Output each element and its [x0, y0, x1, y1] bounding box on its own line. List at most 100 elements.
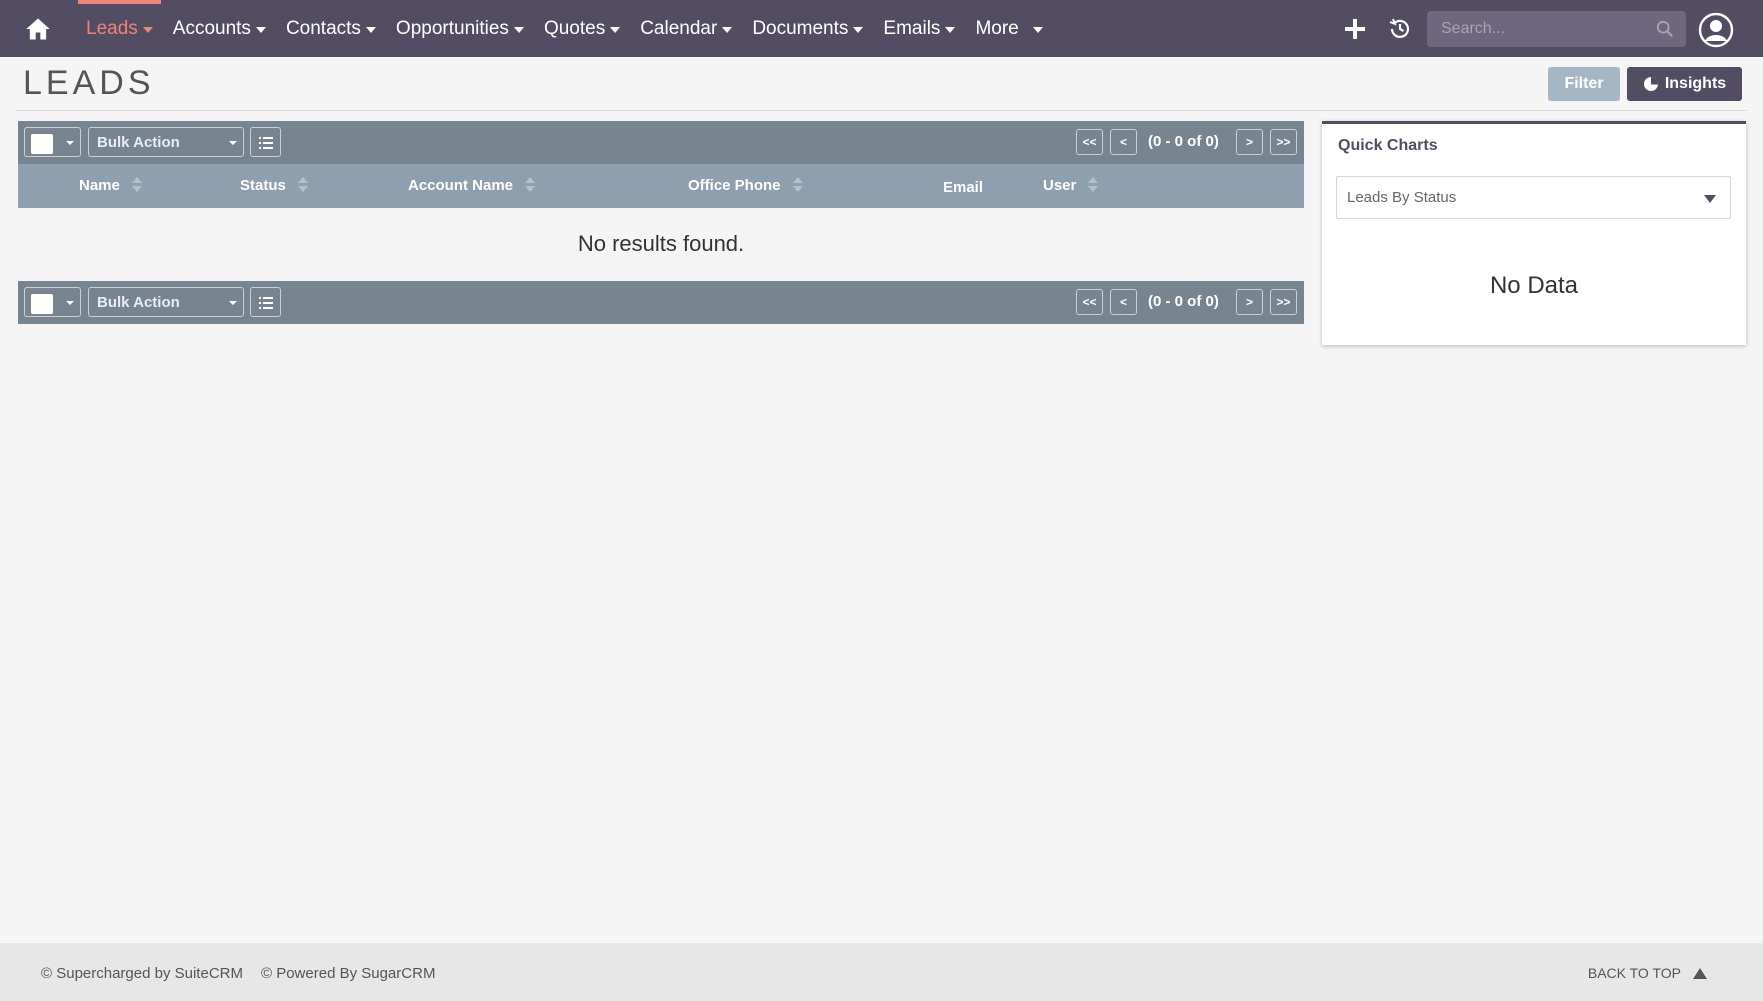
chevron-down-icon	[66, 141, 74, 145]
pagination-count: (0 - 0 of 0)	[1148, 293, 1219, 310]
nav-item-label: More	[975, 17, 1019, 39]
chart-select-value: Leads By Status	[1347, 189, 1457, 206]
prev-page-button[interactable]: <	[1110, 289, 1137, 315]
sort-icon	[131, 176, 142, 194]
plus-icon[interactable]	[1343, 17, 1367, 41]
sugarcrm-link[interactable]: © Powered By SugarCRM	[261, 965, 435, 982]
select-all-dropdown[interactable]	[24, 287, 81, 317]
column-label: Office Phone	[688, 176, 781, 194]
list-icon	[259, 297, 273, 309]
next-page-button[interactable]: >	[1236, 289, 1263, 315]
nav-item-quotes[interactable]: Quotes	[534, 0, 630, 57]
empty-results-message: No results found.	[577, 231, 745, 256]
nav-item-opportunities[interactable]: Opportunities	[386, 0, 534, 57]
nav-item-label: Opportunities	[395, 17, 509, 39]
bulk-action-dropdown[interactable]: Bulk Action	[88, 127, 244, 157]
module-menu: Leads Accounts Contacts Opportunities Qu…	[76, 0, 1053, 57]
header-divider	[16, 110, 1747, 111]
chevron-down-icon	[853, 27, 864, 33]
home-icon[interactable]	[24, 15, 52, 43]
global-search	[1427, 11, 1686, 47]
last-page-button[interactable]: >>	[1270, 289, 1297, 315]
filter-button[interactable]: Filter	[1548, 67, 1620, 101]
nav-item-label: Accounts	[172, 17, 251, 39]
nav-item-label: Calendar	[640, 17, 718, 39]
nav-item-label: Leads	[86, 17, 138, 39]
pagination-count: (0 - 0 of 0)	[1148, 133, 1219, 150]
chevron-down-icon	[229, 301, 237, 305]
nav-item-label: Emails	[883, 17, 941, 39]
footer-credits: © Supercharged by SuiteCRM © Powered By …	[41, 965, 435, 982]
chevron-down-icon	[229, 141, 237, 145]
sort-icon	[792, 176, 803, 194]
top-navigation: Leads Accounts Contacts Opportunities Qu…	[0, 0, 1763, 57]
chart-select[interactable]: Leads By Status	[1336, 176, 1731, 219]
column-header-status[interactable]: Status	[240, 176, 308, 194]
first-page-button[interactable]: <<	[1076, 129, 1103, 155]
chevron-down-icon	[610, 27, 621, 33]
next-page-button[interactable]: >	[1236, 129, 1263, 155]
arrow-up-icon	[1693, 967, 1707, 979]
pie-chart-icon	[1643, 77, 1658, 91]
nav-item-label: Documents	[752, 17, 849, 39]
sort-icon	[297, 176, 308, 194]
bulk-action-dropdown[interactable]: Bulk Action	[88, 287, 244, 317]
column-label: User	[1043, 176, 1077, 194]
sort-icon	[1088, 176, 1099, 194]
nav-item-emails[interactable]: Emails	[873, 0, 965, 57]
insights-label: Insights	[1664, 75, 1727, 92]
no-data-message: No Data	[1489, 272, 1579, 299]
chevron-down-icon	[1704, 195, 1716, 203]
column-label: Name	[79, 176, 120, 194]
suitecrm-link[interactable]: © Supercharged by SuiteCRM	[41, 965, 243, 982]
column-header-account-name[interactable]: Account Name	[408, 176, 536, 194]
back-to-top-button[interactable]: BACK TO TOP	[1588, 965, 1707, 981]
nav-item-documents[interactable]: Documents	[742, 0, 873, 57]
chevron-down-icon	[1032, 27, 1043, 33]
chevron-down-icon	[66, 301, 74, 305]
prev-page-button[interactable]: <	[1110, 129, 1137, 155]
nav-item-accounts[interactable]: Accounts	[163, 0, 276, 57]
select-all-checkbox[interactable]	[31, 294, 53, 314]
column-header-email: Email	[943, 179, 983, 196]
first-page-button[interactable]: <<	[1076, 289, 1103, 315]
page-title: LEADS	[23, 64, 155, 102]
quick-charts-title: Quick Charts	[1338, 137, 1438, 154]
nav-item-label: Contacts	[285, 17, 361, 39]
action-bar-top: Bulk Action << < (0 - 0 of 0) > >>	[18, 121, 1304, 164]
table-header: Name Status Account Name Office Phone Em…	[18, 164, 1304, 208]
nav-item-calendar[interactable]: Calendar	[630, 0, 742, 57]
select-all-checkbox[interactable]	[31, 134, 53, 154]
select-all-dropdown[interactable]	[24, 127, 81, 157]
chevron-down-icon	[513, 27, 524, 33]
column-label: Email	[943, 179, 984, 196]
column-header-office-phone[interactable]: Office Phone	[688, 176, 803, 194]
nav-item-leads[interactable]: Leads	[76, 0, 163, 57]
column-chooser-button[interactable]	[250, 287, 281, 317]
column-chooser-button[interactable]	[250, 127, 281, 157]
column-header-user[interactable]: User	[1043, 176, 1099, 194]
chevron-down-icon	[255, 27, 266, 33]
chevron-down-icon	[365, 27, 376, 33]
insights-button[interactable]: Insights	[1627, 67, 1742, 101]
column-header-name[interactable]: Name	[79, 176, 142, 194]
quick-charts-panel: Quick Charts Leads By Status No Data	[1322, 121, 1746, 345]
column-label: Account Name	[408, 176, 514, 194]
column-label: Status	[240, 176, 286, 194]
bulk-action-label: Bulk Action	[97, 133, 180, 151]
chevron-down-icon	[142, 27, 153, 33]
search-icon[interactable]	[1656, 20, 1674, 38]
search-input[interactable]	[1427, 11, 1652, 47]
footer: © Supercharged by SuiteCRM © Powered By …	[0, 943, 1763, 1001]
nav-item-contacts[interactable]: Contacts	[276, 0, 386, 57]
history-icon[interactable]	[1388, 17, 1412, 41]
sort-icon	[525, 176, 536, 194]
back-to-top-label: BACK TO TOP	[1587, 965, 1681, 981]
last-page-button[interactable]: >>	[1270, 129, 1297, 155]
action-bar-bottom: Bulk Action << < (0 - 0 of 0) > >>	[18, 281, 1304, 324]
chevron-down-icon	[945, 27, 956, 33]
nav-item-label: Quotes	[543, 17, 606, 39]
nav-item-more[interactable]: More	[965, 0, 1052, 57]
user-icon[interactable]	[1698, 12, 1734, 48]
list-icon	[259, 137, 273, 149]
